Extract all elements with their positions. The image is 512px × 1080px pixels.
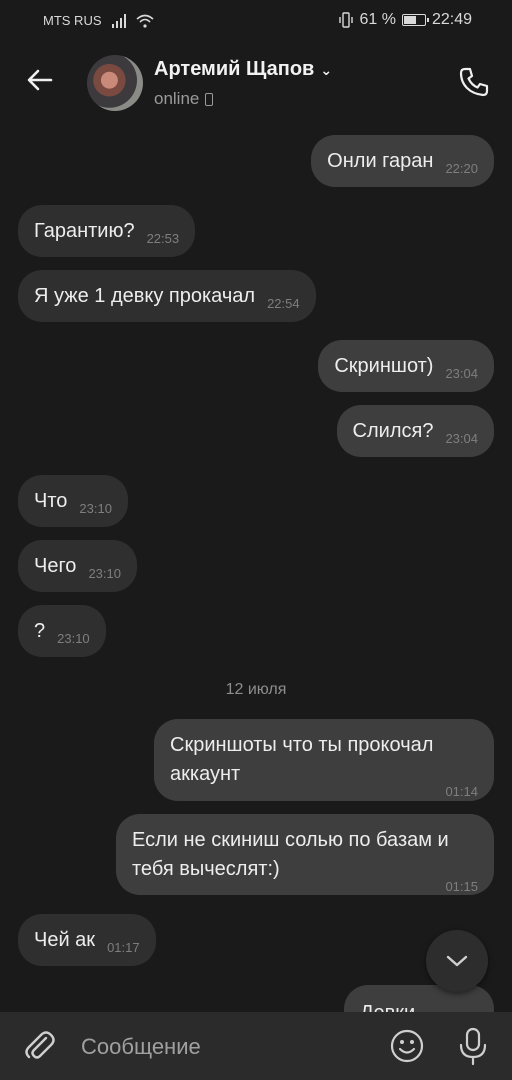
message-time: 23:10 — [57, 631, 90, 646]
message-list[interactable]: Онли гаран 22:20 Гарантию? 22:53 Я уже 1 д… — [0, 128, 512, 1012]
message-bubble-incoming[interactable]: Что 23:10 — [18, 475, 128, 527]
battery-icon — [401, 14, 429, 26]
message-text: Чего — [34, 555, 77, 577]
message-time: 23:10 — [79, 501, 112, 516]
emoji-icon[interactable] — [389, 1028, 425, 1064]
date-separator: 12 июля — [225, 681, 287, 698]
message-text: Чей ак — [34, 929, 96, 951]
message-text: Гарантию? — [34, 220, 135, 242]
message-bubble-outgoing[interactable]: Онли гаран 22:20 — [311, 135, 494, 187]
message-time: 22:54 — [267, 296, 300, 311]
message-bubble-incoming[interactable]: Чей ак 01:17 — [18, 914, 156, 966]
message-bubble-outgoing[interactable]: Если не скиниш солью по базам и тебя выч… — [116, 814, 494, 895]
message-time: 01:14 — [445, 784, 478, 799]
message-text: Слился? — [352, 420, 434, 442]
message-text: Скриншоты что ты прокочал аккаунт — [170, 734, 434, 785]
message-time: 01:17 — [107, 940, 140, 955]
message-text: Я уже 1 девку прокачал — [34, 285, 256, 307]
contact-name-text: Артемий Щапов — [154, 58, 315, 80]
message-bubble-incoming[interactable]: Я уже 1 девку прокачал 22:54 — [18, 270, 316, 322]
message-bubble-incoming[interactable]: ? 23:10 — [18, 605, 106, 657]
presence-status: online — [154, 89, 214, 109]
message-time: 23:04 — [445, 366, 478, 381]
avatar[interactable] — [87, 55, 143, 111]
message-text: Онли гаран — [327, 150, 434, 172]
message-bubble-outgoing[interactable]: Девки — [344, 985, 494, 1012]
wifi-icon — [135, 14, 154, 28]
paperclip-icon[interactable] — [22, 1028, 56, 1064]
presence-text: online — [154, 89, 200, 108]
carrier-label: MTS RUS — [43, 13, 102, 28]
message-time: 23:10 — [88, 566, 121, 581]
contact-name[interactable]: Артемий Щапов ⌄ — [154, 58, 332, 81]
message-bubble-outgoing[interactable]: Слился? 23:04 — [336, 405, 494, 457]
chevron-down-icon: ⌄ — [320, 62, 333, 78]
message-composer — [0, 1012, 512, 1080]
message-text: Скриншот) — [334, 355, 434, 377]
vibrate-icon — [339, 12, 354, 28]
message-bubble-outgoing[interactable]: Скриншот) 23:04 — [318, 340, 494, 392]
back-arrow-icon[interactable] — [24, 64, 56, 96]
phone-icon[interactable] — [456, 64, 492, 100]
message-text: Девки — [360, 1002, 415, 1012]
message-text: Если не скиниш солью по базам и тебя выч… — [132, 829, 449, 880]
message-text: Что — [34, 490, 68, 512]
message-time: 23:04 — [445, 431, 478, 446]
message-text: ? — [34, 620, 46, 642]
microphone-icon[interactable] — [456, 1026, 490, 1066]
message-time: 01:15 — [445, 879, 478, 894]
message-time: 22:53 — [146, 231, 180, 246]
battery-percent: 61 % — [359, 11, 396, 28]
chevron-down-icon — [446, 955, 468, 967]
message-bubble-incoming[interactable]: Чего 23:10 — [18, 540, 137, 592]
message-time: 22:20 — [445, 161, 478, 176]
scroll-to-bottom-button[interactable] — [426, 930, 488, 992]
message-input[interactable] — [81, 1032, 371, 1062]
clock: 22:49 — [431, 11, 472, 28]
chat-header: Артемий Щапов ⌄ online — [0, 42, 512, 128]
status-bar: MTS RUS 61 % 22:49 — [0, 0, 512, 42]
signal-icon — [111, 13, 126, 28]
message-bubble-outgoing[interactable]: Скриншоты что ты прокочал аккаунт 01:14 — [154, 719, 494, 801]
mobile-icon — [205, 92, 214, 106]
message-bubble-incoming[interactable]: Гарантию? 22:53 — [18, 205, 196, 257]
